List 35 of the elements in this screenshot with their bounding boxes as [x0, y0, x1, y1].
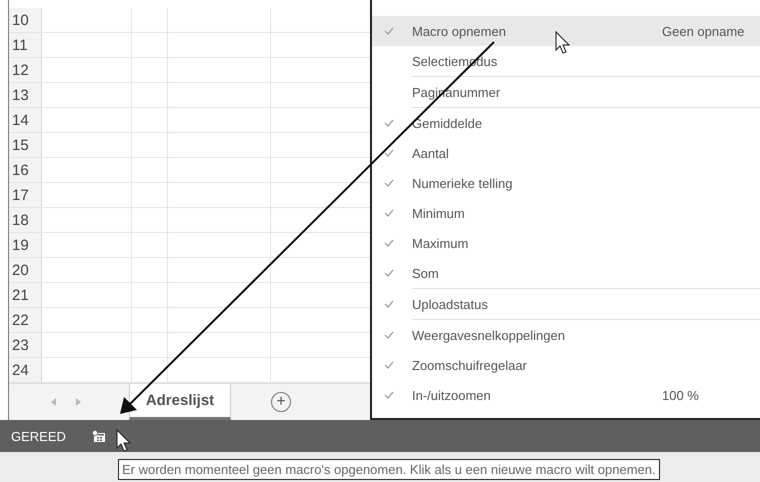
status-text: GEREED [11, 428, 66, 444]
row-number: 22 [9, 308, 42, 332]
macro-recorder-icon[interactable] [92, 430, 106, 442]
scroll-right-icon[interactable] [75, 398, 81, 406]
scroll-left-icon[interactable] [51, 398, 57, 406]
menu-item[interactable]: Aantal [372, 138, 760, 168]
row-number: 15 [9, 133, 42, 157]
menu-item[interactable]: Minimum [372, 198, 760, 228]
row-number: 16 [9, 158, 42, 182]
menu-item[interactable]: Zoomschuifregelaar [372, 350, 760, 380]
tooltip: Er worden momenteel geen macro's opgenomen. Klik als u een nieuwe macro wilt opnemen. [118, 459, 660, 480]
row-number: 24 [9, 358, 42, 382]
row-number: 10 [9, 8, 42, 32]
sheet-tab[interactable]: Adreslijst [129, 384, 231, 420]
menu-item[interactable]: Uploadstatus [372, 289, 760, 319]
row-number: 20 [9, 258, 42, 282]
row-number: 13 [9, 83, 42, 107]
row-number: 11 [9, 33, 42, 57]
row-number: 12 [9, 58, 42, 82]
menu-item[interactable]: Gemiddelde [372, 108, 760, 138]
add-sheet-button[interactable]: + [271, 392, 291, 412]
menu-item[interactable]: Numerieke telling [372, 168, 760, 198]
menu-item[interactable]: Weergavesnelkoppelingen [372, 320, 760, 350]
row-number: 17 [9, 183, 42, 207]
menu-item[interactable]: In-/uitzoomen 100 % [372, 380, 760, 410]
row-number: 14 [9, 108, 42, 132]
row-number: 19 [9, 233, 42, 257]
menu-item[interactable]: Som [372, 258, 760, 288]
row-number: 23 [9, 333, 42, 357]
mouse-pointer-icon [556, 30, 570, 54]
menu-item[interactable]: Macro opnemen Geen opname [372, 16, 760, 46]
row-number: 21 [9, 283, 42, 307]
mouse-pointer-icon [116, 428, 132, 452]
row-number: 18 [9, 208, 42, 232]
menu-item[interactable]: Maximum [372, 228, 760, 258]
